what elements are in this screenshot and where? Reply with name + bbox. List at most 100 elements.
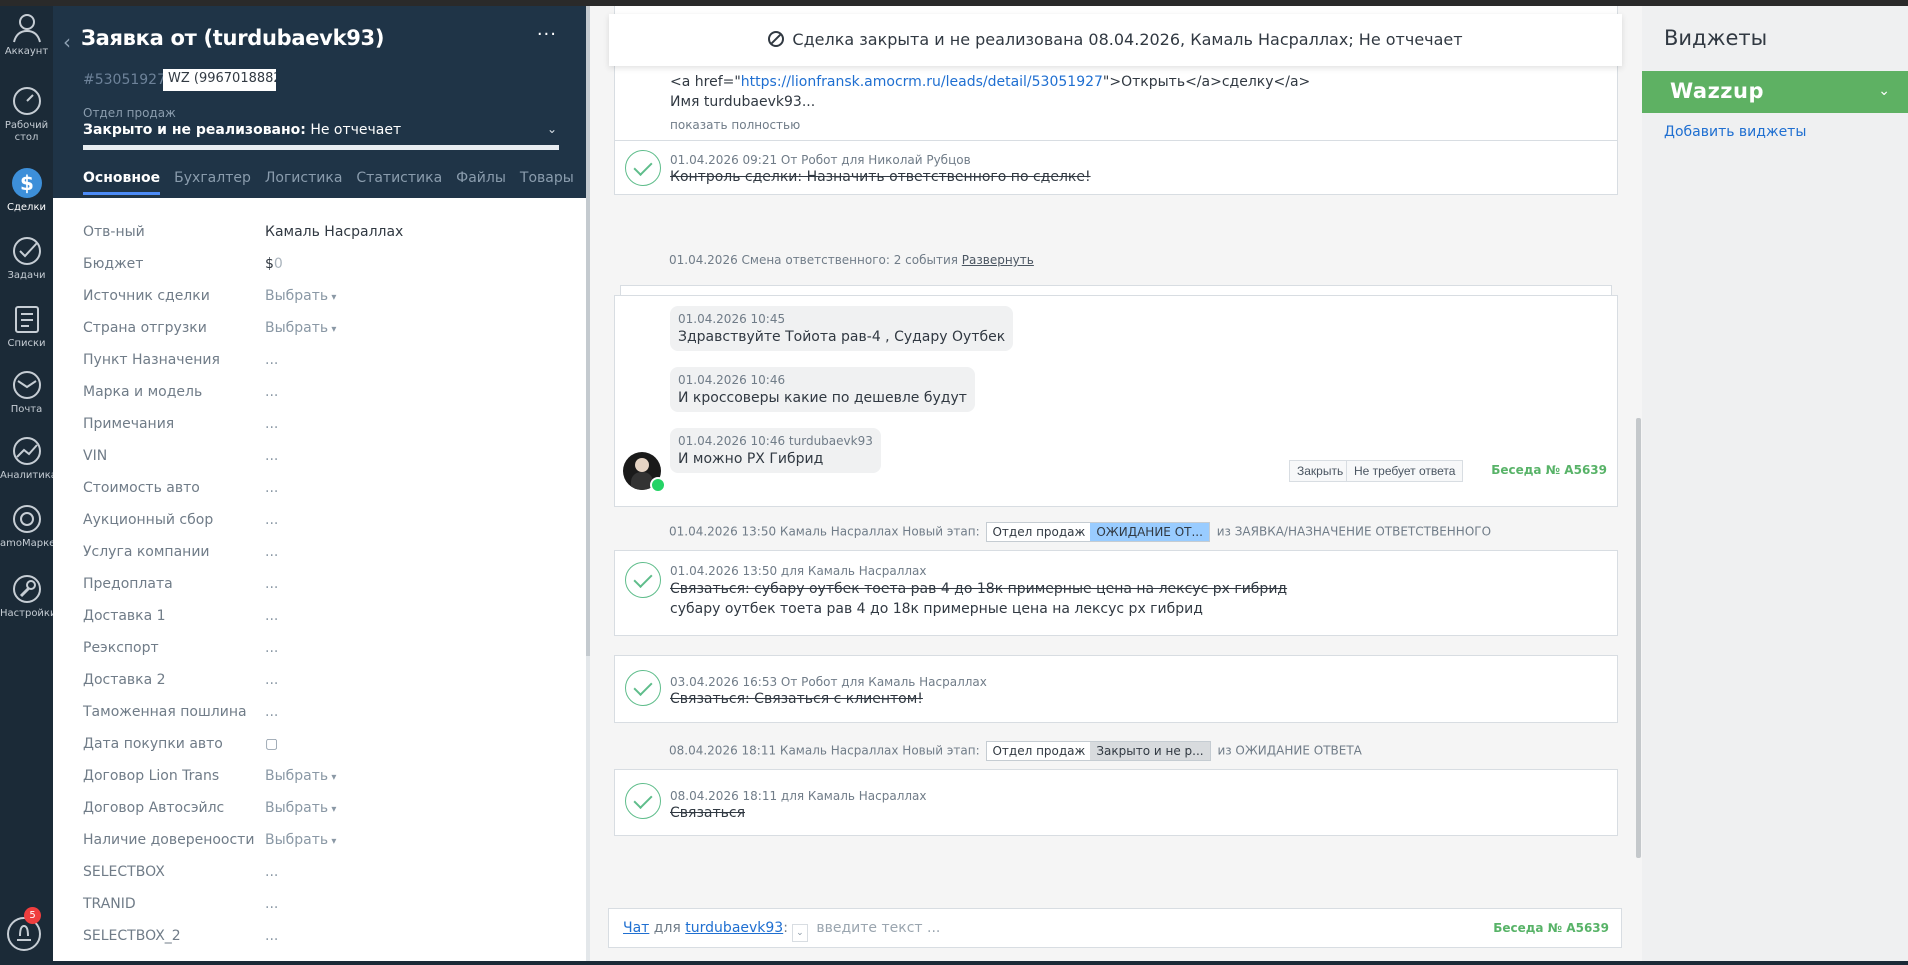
chat-message: 01.04.2026 10:46 И кроссоверы какие по де… [670,367,975,412]
chat-composer[interactable]: Чат для turdubaevk93: ⌄ введите текст ...… [608,908,1622,948]
field-value[interactable]: $0 [265,256,283,272]
nav-item-analytics[interactable]: Аналитика [0,434,53,482]
nav-item-dollar[interactable]: $ Сделки [0,166,53,214]
nav-item-dashboard[interactable]: Рабочий стол [0,84,53,144]
field-value[interactable]: ... [265,512,278,528]
field-select[interactable]: Выбрать ▾ [265,320,336,336]
tab-0[interactable]: Основное [83,170,161,195]
feed-scrollbar[interactable] [1636,418,1641,858]
field-value[interactable]: ... [265,864,278,880]
note-name: Имя turdubaevk93... [670,94,816,110]
check-circle-icon[interactable] [625,562,661,598]
fields-list: Отв-ный Камаль Насраллах Бюджет $0 Источник … [83,218,563,954]
event-meta: 08.04.2026 18:11 для Камаль Насраллах [670,789,927,803]
recipient-link[interactable]: turdubaevk93 [685,920,783,936]
tab-3[interactable]: Статистика [356,170,442,192]
field-value[interactable]: ... [265,384,278,400]
message-text: Здравствуйте Тойота рав-4 , Судару Оутбе… [678,329,1006,345]
chat-type-link[interactable]: Чат [623,920,649,936]
field-row: Доставка 1... [83,602,563,634]
message-input[interactable]: введите текст ... [812,920,940,936]
field-value[interactable]: ... [265,896,278,912]
field-value[interactable]: ... [265,640,278,656]
nav-item-mail[interactable]: Почта [0,368,53,416]
lead-title[interactable]: Заявка от (turdubaevk93) [81,26,384,50]
field-value[interactable]: ... [265,672,278,688]
widgets-title: Виджеты [1664,26,1768,50]
nav-label: Рабочий стол [4,120,49,143]
field-label: Наличие довереноости [83,832,255,848]
lead-tag[interactable]: WZ (9967018882 [163,69,276,91]
field-value[interactable]: ... [265,480,278,496]
field-value[interactable]: ... [265,416,278,432]
event-meta: 03.04.2026 16:53 От Робот для Камаль Нас… [670,675,987,689]
nav-item-market[interactable]: amoМаркет [0,502,53,550]
expand-link[interactable]: Развернуть [962,253,1034,267]
dashboard-icon [0,84,53,118]
field-row: Таможенная пошлина... [83,698,563,730]
field-select[interactable]: Выбрать ▾ [265,832,336,848]
task-text: Контроль сделки: Назначить ответственног… [670,169,1091,185]
field-value[interactable]: ... [265,928,278,944]
field-value[interactable]: ... [265,576,278,592]
field-value[interactable]: ... [265,608,278,624]
conversation-link[interactable]: Беседа № А5639 [1493,921,1609,935]
chevron-down-icon[interactable]: ⌄ [547,122,557,136]
field-value[interactable]: Камаль Насраллах [265,224,403,240]
back-arrow-icon[interactable]: ‹ [63,30,71,54]
nav-label: Задачи [7,270,46,281]
status-select[interactable]: Закрыто и не реализовано: Не отчечает [83,122,401,138]
event-meta: 01.04.2026 13:50 для Камаль Насраллах [670,564,927,578]
close-chat-button[interactable]: Закрыть [1289,460,1352,482]
field-row: Аукционный сбор... [83,506,563,538]
task-event: 01.04.2026 13:50 для Камаль Насраллах Св… [614,550,1618,636]
note-link[interactable]: https://lionfransk.amocrm.ru/leads/detai… [741,74,1103,90]
nav-item-check[interactable]: Задачи [0,234,53,282]
resp-change-event: 01.04.2026 Смена ответственного: 2 событ… [669,253,1034,267]
chevron-down-icon: ▾ [328,292,337,303]
nav-item-wrench[interactable]: Настройки [0,572,53,620]
field-value[interactable]: ... [265,704,278,720]
chevron-down-icon: ▾ [328,804,337,815]
check-circle-icon[interactable] [625,783,661,819]
user-icon [0,10,53,44]
wazzup-widget[interactable]: Wazzup ⌄ [1642,71,1908,113]
field-row: Договор Lion Trans Выбрать ▾ [83,762,563,794]
show-full-link[interactable]: показать полностью [670,118,800,132]
stack-shadow [620,285,1612,295]
field-value[interactable]: ... [265,544,278,560]
field-select[interactable]: Выбрать ▾ [265,768,336,784]
field-select[interactable]: Выбрать ▾ [265,288,336,304]
no-reply-button[interactable]: Не требует ответа [1346,460,1464,482]
field-row: Дата покупки авто ▢ [83,730,563,762]
event-meta: 01.04.2026 09:21 От Робот для Николай Ру… [670,153,971,167]
notification-badge: 5 [24,907,41,924]
market-icon [0,502,53,536]
check-circle-icon[interactable] [625,670,661,706]
more-icon[interactable]: ··· [537,24,557,45]
conversation-link[interactable]: Беседа № А5639 [1491,463,1607,477]
add-widgets-link[interactable]: Добавить виджеты [1664,124,1806,140]
tab-1[interactable]: Бухгалтер [174,170,251,192]
task-text: Связаться [670,805,745,821]
nav-item-list[interactable]: Списки [0,302,53,350]
check-circle-icon[interactable] [625,150,661,186]
notifications-bell-icon[interactable]: 5 [2,906,50,956]
tab-4[interactable]: Файлы [456,170,506,192]
field-value[interactable]: ▢ [265,736,278,752]
field-label: TRANID [83,896,136,912]
svg-text:$: $ [20,171,34,195]
chevron-down-icon[interactable]: ⌄ [791,924,808,942]
tab-5[interactable]: Товары [520,170,574,192]
chevron-down-icon[interactable]: ⌄ [1878,83,1890,99]
task-event: 01.04.2026 09:21 От Робот для Николай Ру… [614,140,1618,195]
tab-2[interactable]: Логистика [265,170,343,192]
nav-label: Сделки [7,202,46,213]
field-value[interactable]: ... [265,352,278,368]
field-label: Бюджет [83,256,144,272]
nav-item-user[interactable]: Аккаунт [0,10,53,58]
field-label: SELECTBOX [83,864,165,880]
field-select[interactable]: Выбрать ▾ [265,800,336,816]
field-row: VIN... [83,442,563,474]
field-value[interactable]: ... [265,448,278,464]
